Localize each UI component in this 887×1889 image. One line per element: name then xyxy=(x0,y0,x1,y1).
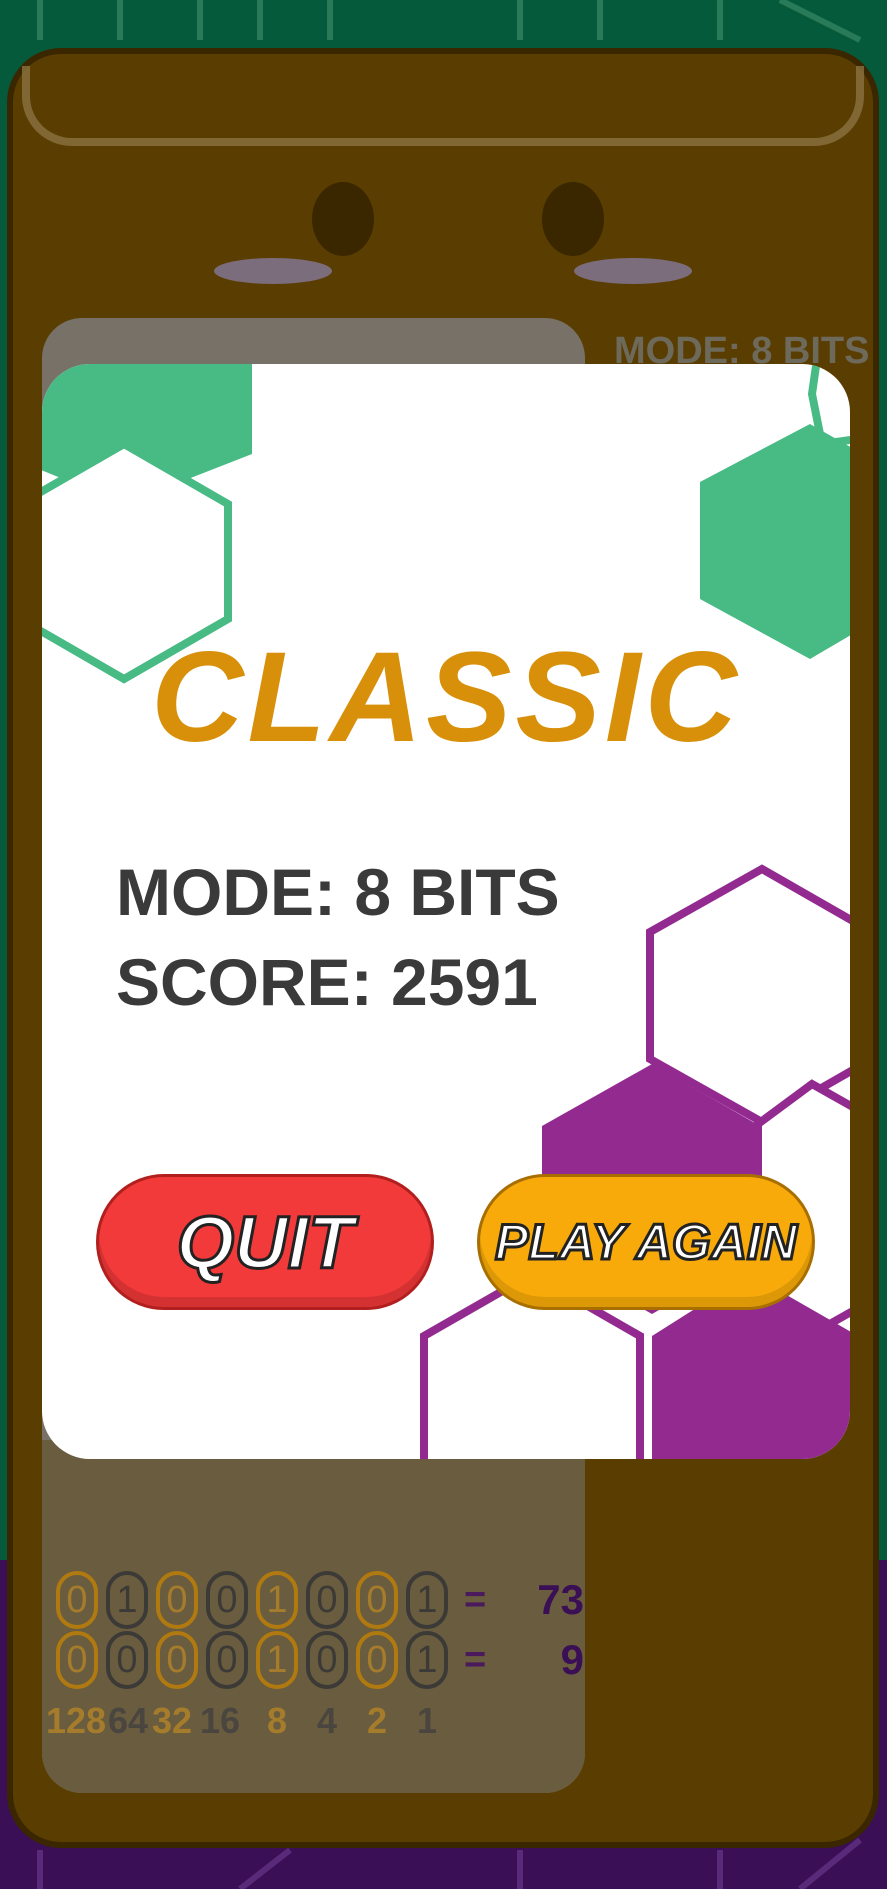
bit-cell[interactable]: 0 xyxy=(206,1571,248,1629)
weight-label: 1 xyxy=(416,1700,438,1741)
weight-label: 8 xyxy=(266,1700,288,1741)
weight-label: 2 xyxy=(366,1700,388,1741)
equals-sign: = xyxy=(464,1578,487,1621)
bit-cell[interactable]: 1 xyxy=(256,1631,298,1689)
bit-cell[interactable]: 0 xyxy=(106,1631,148,1689)
bit-weights: 128 64 32 16 8 4 2 1 xyxy=(46,1700,452,1742)
bit-cell[interactable]: 1 xyxy=(106,1571,148,1629)
bits-row-2: 0 0 0 0 1 0 0 1 = 9 xyxy=(56,1630,584,1690)
game-over-dialog: CLASSIC MODE: 8 BITS SCORE: 2591 QUIT PL… xyxy=(42,364,850,1459)
bit-cell[interactable]: 0 xyxy=(306,1631,348,1689)
row-value: 73 xyxy=(537,1576,584,1623)
bit-cell[interactable]: 0 xyxy=(356,1571,398,1629)
bit-cell[interactable]: 0 xyxy=(206,1631,248,1689)
weight-label: 16 xyxy=(200,1700,241,1741)
bit-cell[interactable]: 1 xyxy=(256,1571,298,1629)
weight-label: 4 xyxy=(316,1700,338,1741)
weight-label: 64 xyxy=(108,1700,149,1741)
bits-row-1: 0 1 0 0 1 0 0 1 = 73 xyxy=(56,1570,584,1630)
left-blush xyxy=(214,258,332,284)
bit-cell[interactable]: 0 xyxy=(56,1631,98,1689)
play-again-button[interactable]: PLAY AGAIN xyxy=(477,1174,815,1310)
equals-sign: = xyxy=(464,1638,487,1681)
cabinet-top-rim xyxy=(22,66,864,146)
left-eye xyxy=(312,182,374,256)
mode-title: CLASSIC xyxy=(151,626,741,769)
score-text: SCORE: 2591 xyxy=(116,945,538,1019)
weight-label: 32 xyxy=(152,1700,193,1741)
bit-cell[interactable]: 1 xyxy=(406,1631,448,1689)
right-eye xyxy=(542,182,604,256)
mode-text: MODE: 8 BITS xyxy=(116,855,560,929)
bit-cell[interactable]: 0 xyxy=(306,1571,348,1629)
row-value: 9 xyxy=(560,1636,584,1683)
weight-label: 128 xyxy=(46,1700,107,1741)
bit-cell[interactable]: 0 xyxy=(156,1571,198,1629)
quit-button[interactable]: QUIT xyxy=(96,1174,434,1310)
bit-cell[interactable]: 0 xyxy=(56,1571,98,1629)
bit-cell[interactable]: 0 xyxy=(156,1631,198,1689)
bit-cell[interactable]: 0 xyxy=(356,1631,398,1689)
bit-cell[interactable]: 1 xyxy=(406,1571,448,1629)
right-blush xyxy=(574,258,692,284)
